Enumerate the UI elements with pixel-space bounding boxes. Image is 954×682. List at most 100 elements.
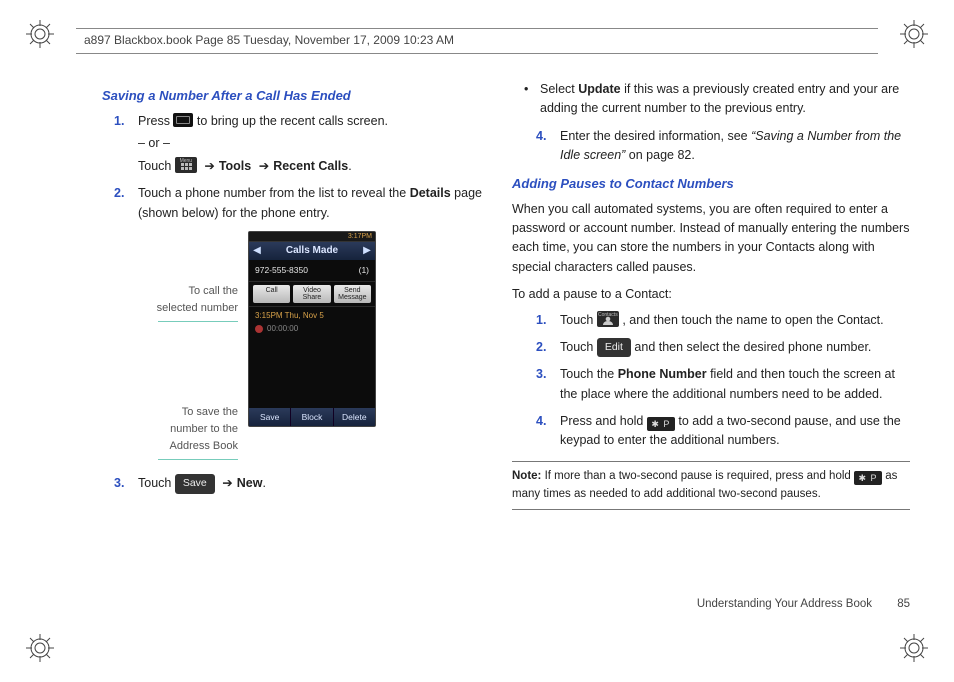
star-p-key-icon: ✱ P [647, 417, 675, 431]
phone-number-row: 972-555-8350 (1) [249, 260, 375, 282]
text: , and then touch the name to open the Co… [622, 313, 883, 327]
footer-section: Understanding Your Address Book [697, 598, 872, 610]
phone-figure: To call the selected number To save the … [90, 231, 488, 460]
callout-label: selected number [157, 300, 238, 317]
softkey-delete: Delete [334, 408, 375, 426]
send-key-icon [173, 113, 193, 127]
text-bold: Recent Calls [273, 159, 348, 173]
text: Enter the desired information, see [560, 129, 751, 143]
callout-label: Address Book [158, 438, 238, 455]
phone-bottom-bar: Save Block Caller Delete [249, 408, 375, 426]
phone-action-row: Call VideoShare SendMessage [249, 282, 375, 307]
figure-callouts: To call the selected number To save the … [90, 231, 248, 460]
text: Select [540, 82, 578, 96]
text-bold: Details [410, 186, 451, 200]
phone-title-bar: ◀ Calls Made ▶ [249, 242, 375, 260]
phone-screenshot: 3:17PM ◀ Calls Made ▶ 972-555-8350 (1) C… [248, 231, 376, 427]
step-number: 2. [114, 184, 130, 223]
page-header: a897 Blackbox.book Page 85 Tuesday, Nove… [76, 28, 878, 54]
call-count: (1) [359, 264, 369, 277]
menu-icon: Menu [175, 157, 197, 173]
page-number: 85 [897, 598, 910, 610]
callout-label: To call the [157, 283, 238, 300]
right-column: • Select Update if this was a previously… [512, 80, 910, 602]
arrow-icon: ➔ [255, 159, 273, 173]
phone-status-bar: 3:17PM [249, 232, 375, 242]
nav-right-icon: ▶ [359, 243, 375, 259]
phone-screen-title: Calls Made [265, 243, 359, 259]
list-item: 2. Touch a phone number from the list to… [114, 184, 488, 223]
step-number: 3. [536, 365, 552, 404]
nav-left-icon: ◀ [249, 243, 265, 259]
manual-page: a897 Blackbox.book Page 85 Tuesday, Nove… [0, 0, 954, 682]
paragraph: When you call automated systems, you are… [512, 200, 910, 278]
arrow-icon: ➔ [218, 476, 236, 490]
contacts-icon: Contacts [597, 311, 619, 327]
text-bold: New [237, 476, 263, 490]
list-item: 3. Touch the Phone Number field and then… [536, 365, 910, 404]
text: . [348, 159, 351, 173]
text: on page 82. [625, 148, 695, 162]
section-title-saving: Saving a Number After a Call Has Ended [102, 86, 488, 106]
step-number: 1. [536, 311, 552, 330]
bullet-icon: • [524, 80, 534, 119]
text: Touch a phone number from the list to re… [138, 186, 410, 200]
crop-mark-icon [26, 20, 54, 48]
text-bold: Tools [219, 159, 251, 173]
or-divider: – or – [138, 134, 488, 153]
leader-line-icon [158, 459, 238, 460]
crop-mark-icon [900, 634, 928, 662]
callout-label: To save the [158, 404, 238, 421]
text: Touch [560, 313, 597, 327]
list-item: 1. Touch Contacts , and then touch the n… [536, 311, 910, 330]
list-item: 1. Press to bring up the recent calls sc… [114, 112, 488, 176]
softkey-save: Save [249, 408, 291, 426]
crop-mark-icon [26, 634, 54, 662]
arrow-icon: ➔ [200, 159, 218, 173]
list-item: 4. Enter the desired information, see “S… [536, 127, 910, 166]
step-number: 2. [536, 338, 552, 357]
text: . [262, 476, 265, 490]
rule-line [512, 509, 910, 510]
text: to bring up the recent calls screen. [197, 114, 388, 128]
text: Touch the [560, 367, 618, 381]
text: and then select the desired phone number… [634, 340, 871, 354]
list-item: 4. Press and hold ✱ P to add a two-secon… [536, 412, 910, 451]
crop-mark-icon [900, 20, 928, 48]
step-number: 4. [536, 127, 552, 166]
text: Touch [138, 476, 175, 490]
text: Press and hold [560, 414, 647, 428]
section-title-pauses: Adding Pauses to Contact Numbers [512, 174, 910, 194]
step-number: 3. [114, 474, 130, 493]
softkey-block: Block Caller [291, 408, 333, 426]
call-duration: 00:00:00 [249, 323, 375, 339]
list-item: 3. Touch Save ➔New. [114, 474, 488, 493]
text-bold: Phone Number [618, 367, 707, 381]
step-number: 1. [114, 112, 130, 176]
leader-line-icon [158, 321, 238, 322]
content-columns: Saving a Number After a Call Has Ended 1… [90, 80, 910, 602]
text: Press [138, 114, 173, 128]
note-label: Note: [512, 470, 541, 482]
text: If more than a two-second pause is requi… [541, 470, 854, 482]
send-message-button: SendMessage [334, 285, 371, 303]
list-item: • Select Update if this was a previously… [524, 80, 910, 119]
paragraph: To add a pause to a Contact: [512, 285, 910, 304]
list-item: 2. Touch Edit and then select the desire… [536, 338, 910, 357]
left-column: Saving a Number After a Call Has Ended 1… [90, 80, 488, 602]
star-p-key-icon: ✱ P [854, 471, 882, 485]
text: Touch [138, 159, 175, 173]
callout-label: number to the [158, 421, 238, 438]
edit-softkey-chip: Edit [597, 338, 631, 357]
step-number: 4. [536, 412, 552, 451]
save-softkey-chip: Save [175, 474, 215, 493]
call-timestamp: 3:15PM Thu, Nov 5 [249, 307, 375, 322]
text-bold: Update [578, 82, 620, 96]
call-button: Call [253, 285, 290, 303]
phone-number: 972-555-8350 [255, 264, 308, 277]
note-block: Note: If more than a two-second pause is… [512, 462, 910, 510]
video-share-button: VideoShare [293, 285, 330, 303]
text: Touch [560, 340, 597, 354]
record-icon [255, 325, 263, 333]
page-footer: Understanding Your Address Book 85 [697, 598, 910, 610]
